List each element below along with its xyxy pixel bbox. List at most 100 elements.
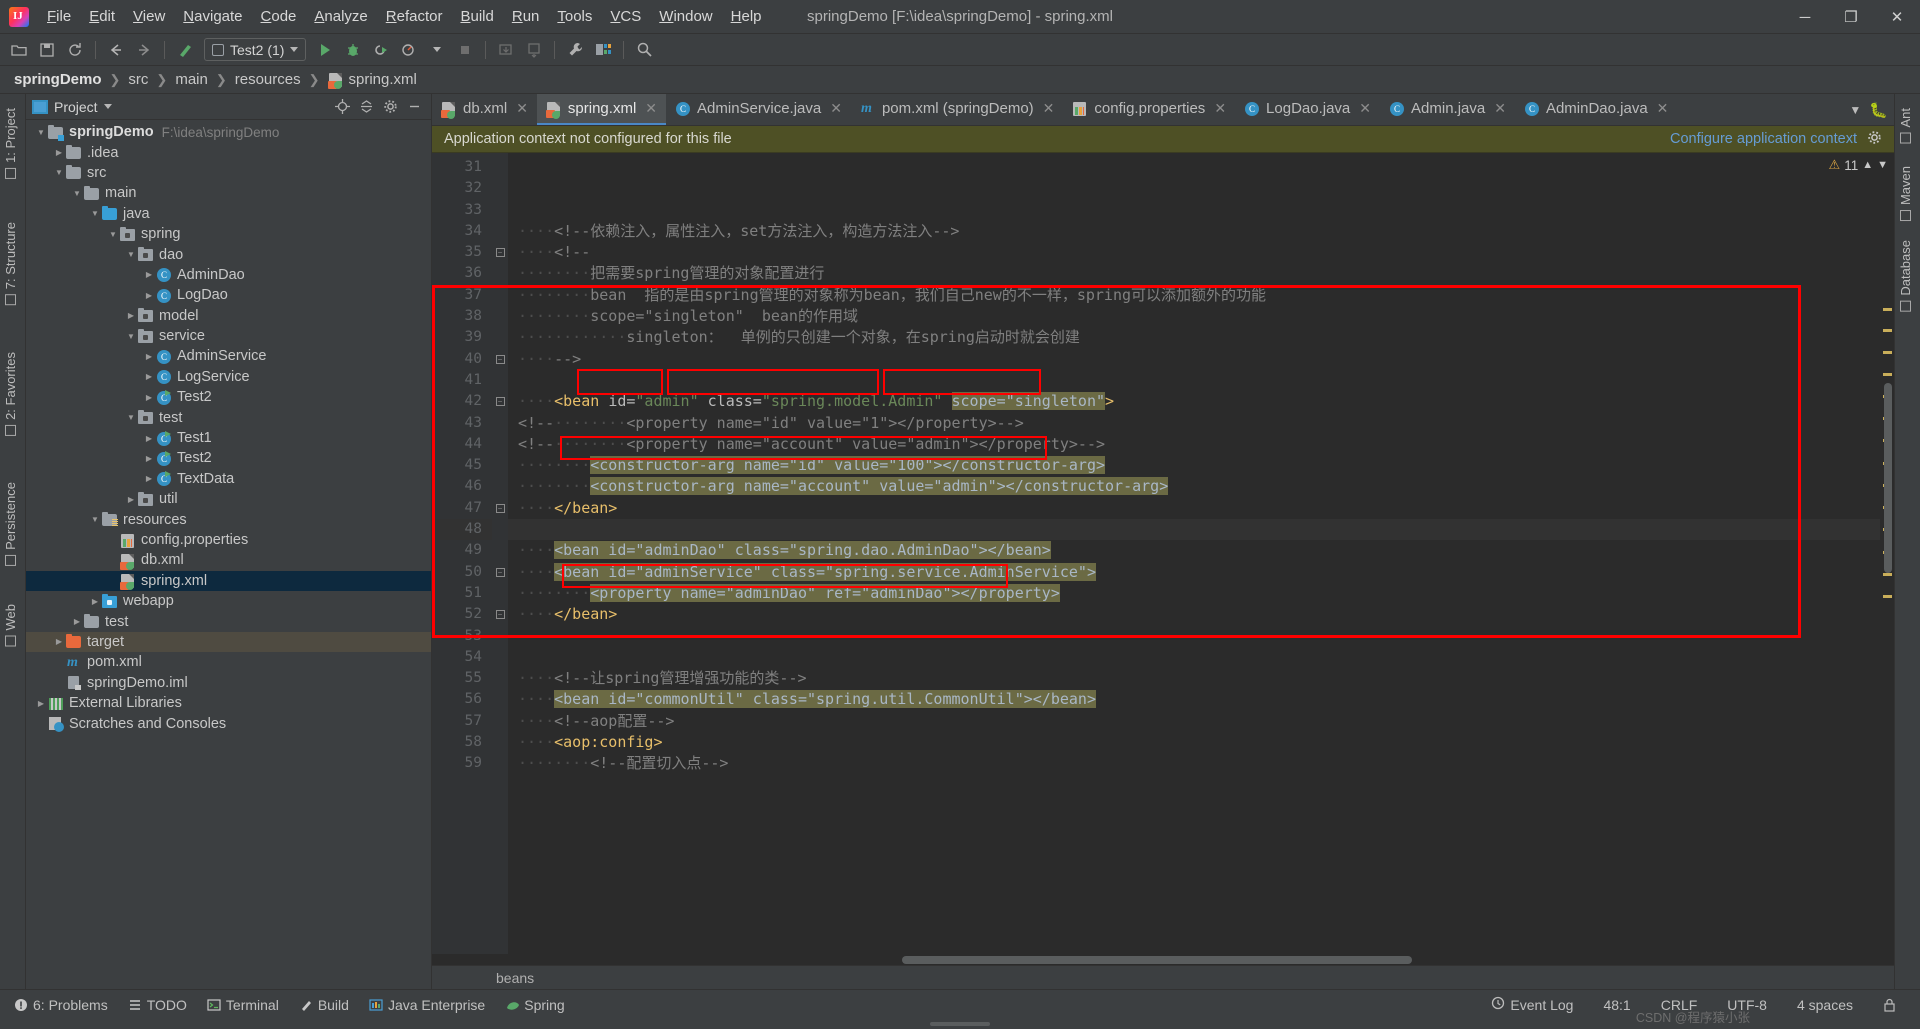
close-icon[interactable]: ✕ <box>830 100 842 117</box>
error-stripe-mark[interactable] <box>1883 595 1892 598</box>
code-line[interactable]: ········scope="singleton" bean的作用域 <box>508 306 1880 327</box>
code-line[interactable]: ····<bean id="admin" class="spring.model… <box>508 391 1880 412</box>
code-line[interactable]: ····<!--让spring管理增强功能的类--> <box>508 668 1880 689</box>
menu-item-navigate[interactable]: Navigate <box>174 4 251 29</box>
close-icon[interactable]: ✕ <box>645 100 657 117</box>
code-line[interactable] <box>508 647 1880 668</box>
editor-tabs-overflow[interactable]: ▼ 🐛 <box>1843 94 1894 125</box>
tree-node-service[interactable]: ▼ service <box>26 326 431 346</box>
menu-item-file[interactable]: File <box>38 4 80 29</box>
tree-node-main[interactable]: ▼ main <box>26 183 431 203</box>
code-content[interactable]: ····<!--依赖注入，属性注入，set方法注入，构造方法注入--> ····<… <box>508 153 1880 954</box>
close-icon[interactable]: ✕ <box>1214 100 1226 117</box>
fold-marker-icon[interactable]: − <box>492 391 508 412</box>
locate-icon[interactable] <box>331 97 353 117</box>
chevron-right-icon[interactable]: ▶ <box>124 311 138 320</box>
settings-gear-icon[interactable] <box>379 97 401 117</box>
menu-item-window[interactable]: Window <box>650 4 721 29</box>
status-bar-terminal[interactable]: Terminal <box>199 995 287 1015</box>
run-with-coverage-icon[interactable] <box>368 38 394 62</box>
code-line[interactable]: <!--········<property name="account" val… <box>508 434 1880 455</box>
tree-node-dao[interactable]: ▼ dao <box>26 244 431 264</box>
chevron-down-icon[interactable]: ▼ <box>1849 103 1861 117</box>
chevron-down-icon[interactable]: ▼ <box>88 209 102 218</box>
chevron-right-icon[interactable]: ▶ <box>124 495 138 504</box>
tool-window-button-database[interactable]: Database <box>1894 234 1917 318</box>
run-icon[interactable] <box>312 38 338 62</box>
maximize-icon[interactable]: ❐ <box>1828 0 1874 34</box>
chevron-right-icon[interactable]: ▶ <box>142 291 156 300</box>
editor-tab-spring.xml[interactable]: spring.xml ✕ <box>536 94 667 125</box>
tree-node-.idea[interactable]: ▶ .idea <box>26 142 431 162</box>
chevron-down-icon[interactable]: ▼ <box>1877 159 1888 171</box>
tree-node-model[interactable]: ▶ model <box>26 306 431 326</box>
debug-icon[interactable] <box>340 38 366 62</box>
status-bar-java-enterprise[interactable]: Java Enterprise <box>361 995 493 1015</box>
code-line[interactable]: ········<constructor-arg name="account" … <box>508 476 1880 497</box>
status-bar-caret-position[interactable]: 48:1 <box>1595 995 1638 1015</box>
save-icon[interactable] <box>34 38 60 62</box>
chevron-down-icon[interactable]: ▼ <box>124 250 138 259</box>
menu-item-build[interactable]: Build <box>451 4 502 29</box>
close-icon[interactable]: ✕ <box>1494 100 1506 117</box>
tree-node-webapp[interactable]: ▶ webapp <box>26 591 431 611</box>
tree-node-resources[interactable]: ▼ resources <box>26 509 431 529</box>
status-bar-indent[interactable]: 4 spaces <box>1789 995 1861 1015</box>
tree-node-test2[interactable]: ▶ C Test2 <box>26 448 431 468</box>
chevron-down-icon[interactable]: ▼ <box>34 128 48 137</box>
chevron-down-icon[interactable]: ▼ <box>88 515 102 524</box>
editor-horizontal-scrollbar[interactable] <box>432 954 1894 965</box>
tree-node-textdata[interactable]: ▶ C TextData <box>26 469 431 489</box>
minimize-icon[interactable]: ─ <box>1782 0 1828 34</box>
code-line[interactable]: ····--> <box>508 349 1880 370</box>
tree-node-adminservice[interactable]: ▶ C AdminService <box>26 346 431 366</box>
run-configuration-selector[interactable]: Test2 (1) <box>204 38 307 61</box>
menu-item-help[interactable]: Help <box>722 4 771 29</box>
error-stripe-mark[interactable] <box>1883 329 1892 332</box>
breadcrumb-item-springdemo[interactable]: springDemo <box>10 70 106 89</box>
menu-item-code[interactable]: Code <box>252 4 306 29</box>
code-line[interactable]: ········<property name="adminDao" ref="a… <box>508 583 1880 604</box>
breadcrumb-item-src[interactable]: src <box>124 70 152 89</box>
back-arrow-icon[interactable] <box>103 38 129 62</box>
chevron-right-icon[interactable]: ▶ <box>52 148 66 157</box>
code-line[interactable]: ········把需要spring管理的对象配置进行 <box>508 263 1880 284</box>
event-log-button[interactable]: Event Log <box>1483 994 1581 1015</box>
editor-tab-adminservice.java[interactable]: C AdminService.java ✕ <box>666 94 851 125</box>
tree-node-pom.xml[interactable]: m pom.xml <box>26 652 431 672</box>
editor-tab-bar[interactable]: db.xml ✕ spring.xml ✕ C AdminService.java ✕ m po… <box>432 94 1894 126</box>
tool-window-button-maven[interactable]: Maven <box>1894 160 1917 227</box>
code-line[interactable] <box>508 519 1880 541</box>
code-line[interactable] <box>508 157 1880 178</box>
close-icon[interactable]: ✕ <box>1657 100 1669 117</box>
breadcrumb-item-main[interactable]: main <box>171 70 212 89</box>
chevron-down-icon[interactable]: ▼ <box>124 332 138 341</box>
chevron-down-icon[interactable] <box>424 38 450 62</box>
code-editor[interactable]: 31 32 33 34 35 36 37 38 39 40 41 42 43 44 45 46 47 48 49 50… <box>432 153 1894 954</box>
fold-marker-icon[interactable]: − <box>492 498 508 519</box>
tree-node-spring[interactable]: ▼ spring <box>26 224 431 244</box>
code-line[interactable]: ····<bean id="commonUtil" class="spring.… <box>508 689 1880 710</box>
menu-item-run[interactable]: Run <box>503 4 549 29</box>
chevron-down-icon[interactable]: ▼ <box>124 413 138 422</box>
editor-tab-admindao.java[interactable]: C AdminDao.java ✕ <box>1515 94 1677 125</box>
chevron-down-icon[interactable]: ▼ <box>106 230 120 239</box>
close-icon[interactable]: ✕ <box>1874 0 1920 34</box>
code-line[interactable] <box>508 626 1880 647</box>
sync-icon[interactable] <box>62 38 88 62</box>
editor-tab-logdao.java[interactable]: C LogDao.java ✕ <box>1235 94 1380 125</box>
inspection-widget[interactable]: ⚠ 11 ▲ ▼ <box>1829 157 1888 173</box>
code-line[interactable]: ····<!--依赖注入，属性注入，set方法注入，构造方法注入--> <box>508 221 1880 242</box>
tree-node-spring.xml[interactable]: spring.xml <box>26 570 431 591</box>
tool-window-button-web[interactable]: Web <box>0 598 22 653</box>
error-stripe-mark[interactable] <box>1883 351 1892 354</box>
code-line[interactable]: ····<!--aop配置--> <box>508 711 1880 732</box>
fold-marker-icon[interactable]: − <box>492 604 508 625</box>
chevron-right-icon[interactable]: ▶ <box>142 434 156 443</box>
chevron-up-icon[interactable]: ▲ <box>1862 159 1873 171</box>
gear-icon[interactable] <box>1867 130 1882 149</box>
tree-node-test2[interactable]: ▶ C Test2 <box>26 387 431 407</box>
configure-application-context-link[interactable]: Configure application context <box>1670 131 1857 147</box>
code-line[interactable] <box>508 370 1880 391</box>
tree-node-scratches-and-consoles[interactable]: Scratches and Consoles <box>26 713 431 733</box>
